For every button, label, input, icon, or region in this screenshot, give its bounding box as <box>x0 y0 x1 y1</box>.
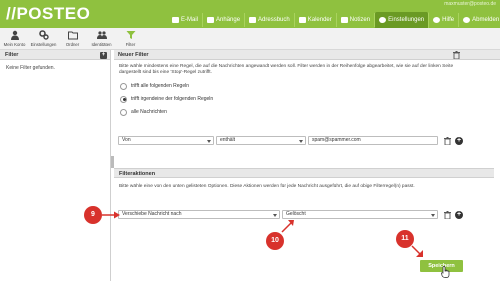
toolbar-settings[interactable]: Einstellungen <box>31 28 56 49</box>
action-target-value: Gelöscht <box>286 211 306 217</box>
nav-label: Abmelden <box>472 17 500 23</box>
no-filters-text: Keine Filter gefunden. <box>6 65 55 71</box>
callout-11-arrow <box>411 245 423 257</box>
calendar-icon <box>298 17 306 23</box>
chevron-down-icon <box>273 213 277 217</box>
toolbar-label: Einstellungen <box>30 42 57 47</box>
person-icon <box>10 30 19 40</box>
power-icon <box>463 17 471 23</box>
chevron-down-icon <box>299 139 303 143</box>
nav-email[interactable]: E-Mail <box>168 13 204 27</box>
chevron-down-icon <box>207 139 211 143</box>
nav-settings[interactable]: Einstellungen <box>375 12 430 28</box>
nav-help[interactable]: Hilfe <box>429 13 460 27</box>
radio-label: trifft alle folgenden Regeln <box>131 83 190 90</box>
toolbar-my-account[interactable]: Mein Konto <box>2 28 27 49</box>
radio-button[interactable] <box>120 95 127 103</box>
gears-icon <box>38 30 49 40</box>
rule-field-value: Von <box>122 137 131 143</box>
nav-attachments[interactable]: Anhänge <box>203 13 246 27</box>
delete-action-icon[interactable] <box>444 211 451 219</box>
nav-label: Hilfe <box>442 17 455 23</box>
action-type-select[interactable]: Verschiebe Nachricht nach <box>118 210 280 219</box>
toolbar-identities[interactable]: Identitäten <box>89 28 114 49</box>
nav-notes[interactable]: Notizen <box>337 13 376 27</box>
toolbar-folders[interactable]: Ordner <box>60 28 85 49</box>
toolbar-filter[interactable]: Filter <box>118 28 143 49</box>
radio-all-messages[interactable]: alle Nachrichten <box>120 108 500 116</box>
nav-label: Adressbuch <box>258 17 290 23</box>
radio-any-rule[interactable]: trifft irgendeine der folgenden Regeln <box>120 95 500 103</box>
add-rule-icon[interactable]: + <box>455 137 463 145</box>
nav-label: Notizen <box>349 17 371 23</box>
editor-title: Neuer Filter <box>118 52 149 58</box>
rules-description: Bitte wähle mindestens eine Regel, die a… <box>119 64 454 76</box>
callout-10-arrow <box>281 220 294 233</box>
main-nav: E-Mail Anhänge Adressbuch Kalender Notiz… <box>168 12 500 28</box>
posteo-logo[interactable]: //POSTEO <box>6 4 90 24</box>
sidebar-header: Filter + <box>0 50 110 60</box>
sidebar-title: Filter <box>5 52 19 58</box>
nav-addressbook[interactable]: Adressbuch <box>245 13 295 27</box>
toolbar-label: Ordner <box>65 42 80 47</box>
help-icon <box>433 17 441 23</box>
radio-label: alle Nachrichten <box>131 109 167 116</box>
action-type-value: Verschiebe Nachricht nach <box>122 211 182 217</box>
notes-icon <box>340 17 348 23</box>
account-email: maxmuster@posteo.de <box>444 1 496 7</box>
chevron-down-icon <box>431 213 435 217</box>
radio-button[interactable] <box>120 108 127 116</box>
nav-calendar[interactable]: Kalender <box>295 13 337 27</box>
nav-label: Einstellungen <box>388 17 425 23</box>
delete-filter-icon[interactable] <box>453 51 460 59</box>
folder-icon <box>67 31 78 40</box>
toolbar-label: Identitäten <box>91 42 112 47</box>
rule-value-input[interactable]: spam@spammer.com <box>308 136 438 145</box>
filter-editor: Neuer Filter Bitte wähle mindestens eine… <box>114 50 500 281</box>
callout-9-arrow <box>102 211 120 219</box>
callout-9: 9 <box>84 206 102 224</box>
top-bar: //POSTEO maxmuster@posteo.de E-Mail Anhä… <box>0 0 500 28</box>
actions-description: Bitte wähle eine von den unten gelistete… <box>119 184 415 189</box>
nav-label: E-Mail <box>181 17 199 23</box>
gear-icon <box>379 17 387 23</box>
add-filter-button[interactable]: + <box>100 51 107 59</box>
nav-label: Kalender <box>307 17 332 23</box>
settings-toolbar: Mein Konto Einstellungen Ordner Identitä… <box>0 28 500 50</box>
identities-icon <box>96 31 107 39</box>
toolbar-label: Filter <box>125 42 136 47</box>
nav-logout[interactable]: Abmelden <box>459 13 500 27</box>
filter-sidebar: Filter + Keine Filter gefunden. <box>0 50 111 281</box>
rule-operator-value: enthält <box>220 137 236 143</box>
rule-operator-select[interactable]: enthält <box>216 136 306 145</box>
funnel-icon <box>126 31 135 39</box>
mail-icon <box>172 17 179 23</box>
paperclip-icon <box>207 17 215 23</box>
addressbook-icon <box>249 17 257 23</box>
callout-10: 10 <box>266 232 284 250</box>
radio-all-rules[interactable]: trifft alle folgenden Regeln <box>120 82 500 90</box>
toolbar-label: Mein Konto <box>3 42 26 47</box>
hand-cursor-icon <box>441 266 450 278</box>
delete-rule-icon[interactable] <box>444 137 451 145</box>
rule-value-text: spam@spammer.com <box>312 137 361 143</box>
nav-label: Anhänge <box>216 17 241 23</box>
radio-label: trifft irgendeine der folgenden Regeln <box>131 96 214 103</box>
editor-header: Neuer Filter <box>114 50 500 60</box>
actions-header: Filteraktionen <box>114 168 494 178</box>
radio-button[interactable] <box>120 82 127 90</box>
add-action-icon[interactable]: + <box>455 211 463 219</box>
rule-field-select[interactable]: Von <box>118 136 214 145</box>
action-target-select[interactable]: Gelöscht <box>282 210 438 219</box>
